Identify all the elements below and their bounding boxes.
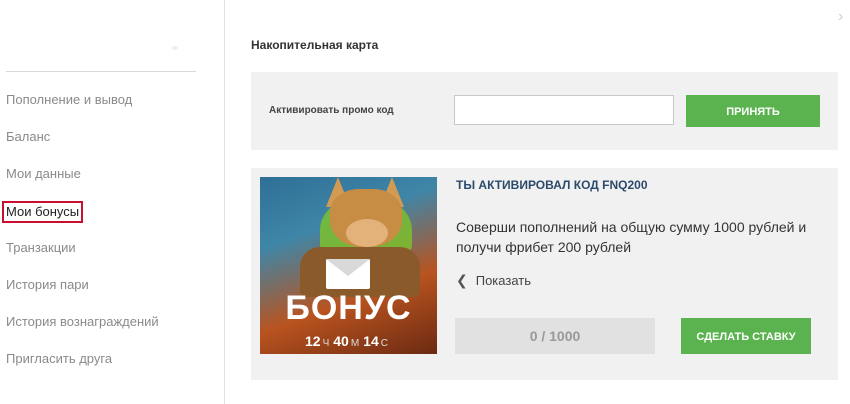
promo-code-input[interactable] <box>454 95 674 125</box>
promo-code-label: Активировать промо код <box>269 105 394 116</box>
sidebar-item-balance[interactable]: Баланс <box>6 129 50 145</box>
sidebar-item-invite-friend[interactable]: Пригласить друга <box>6 351 112 367</box>
show-details-label: Показать <box>475 273 531 288</box>
bonus-card: БОНУС 12 Ч 40 М 14 С ТЫ АКТИВИРОВАЛ КОД FNQ20… <box>251 168 838 380</box>
place-bet-button[interactable]: СДЕЛАТЬ СТАВКУ <box>681 318 811 354</box>
bonus-banner-text: БОНУС <box>285 289 412 327</box>
sidebar-item-transactions[interactable]: Транзакции <box>6 240 76 256</box>
bonus-description: Соверши пополнений на общую сумму 1000 р… <box>456 219 807 255</box>
sidebar-item-bet-history[interactable]: История пари <box>6 277 89 293</box>
sidebar-item-my-bonuses[interactable]: Мои бонусы <box>2 201 84 223</box>
timer-seconds: 14 <box>363 333 379 349</box>
promo-code-panel: Активировать промо код ПРИНЯТЬ <box>251 72 838 150</box>
bonus-title: ТЫ АКТИВИРОВАЛ КОД FNQ200 <box>456 178 648 192</box>
avatar-placeholder <box>172 46 178 50</box>
chevron-left-icon: ❮ <box>456 272 468 288</box>
timer-hours-unit: Ч <box>322 338 330 349</box>
accept-button[interactable]: ПРИНЯТЬ <box>686 95 820 127</box>
bonus-timer: 12 Ч 40 М 14 С <box>260 333 437 349</box>
timer-minutes-unit: М <box>350 338 360 349</box>
sidebar-item-my-data[interactable]: Мои данные <box>6 166 81 182</box>
bonus-banner-image: БОНУС 12 Ч 40 М 14 С <box>260 177 437 354</box>
hero-face <box>346 219 388 247</box>
envelope-flap <box>326 259 370 276</box>
bonus-progress: 0 / 1000 <box>455 318 655 354</box>
sidebar-item-deposit-withdraw[interactable]: Пополнение и вывод <box>6 92 132 108</box>
show-details-link[interactable]: ❮ Показать <box>456 272 531 289</box>
section-title: Накопительная карта <box>251 38 379 52</box>
chevron-right-icon[interactable]: › <box>838 8 843 26</box>
timer-minutes: 40 <box>333 333 349 349</box>
sidebar-divider <box>6 71 196 72</box>
sidebar-item-rewards-history[interactable]: История вознаграждений <box>6 314 159 330</box>
timer-hours: 12 <box>305 333 321 349</box>
sidebar: Пополнение и вывод Баланс Мои данные Мои… <box>0 0 225 404</box>
timer-seconds-unit: С <box>380 338 388 349</box>
